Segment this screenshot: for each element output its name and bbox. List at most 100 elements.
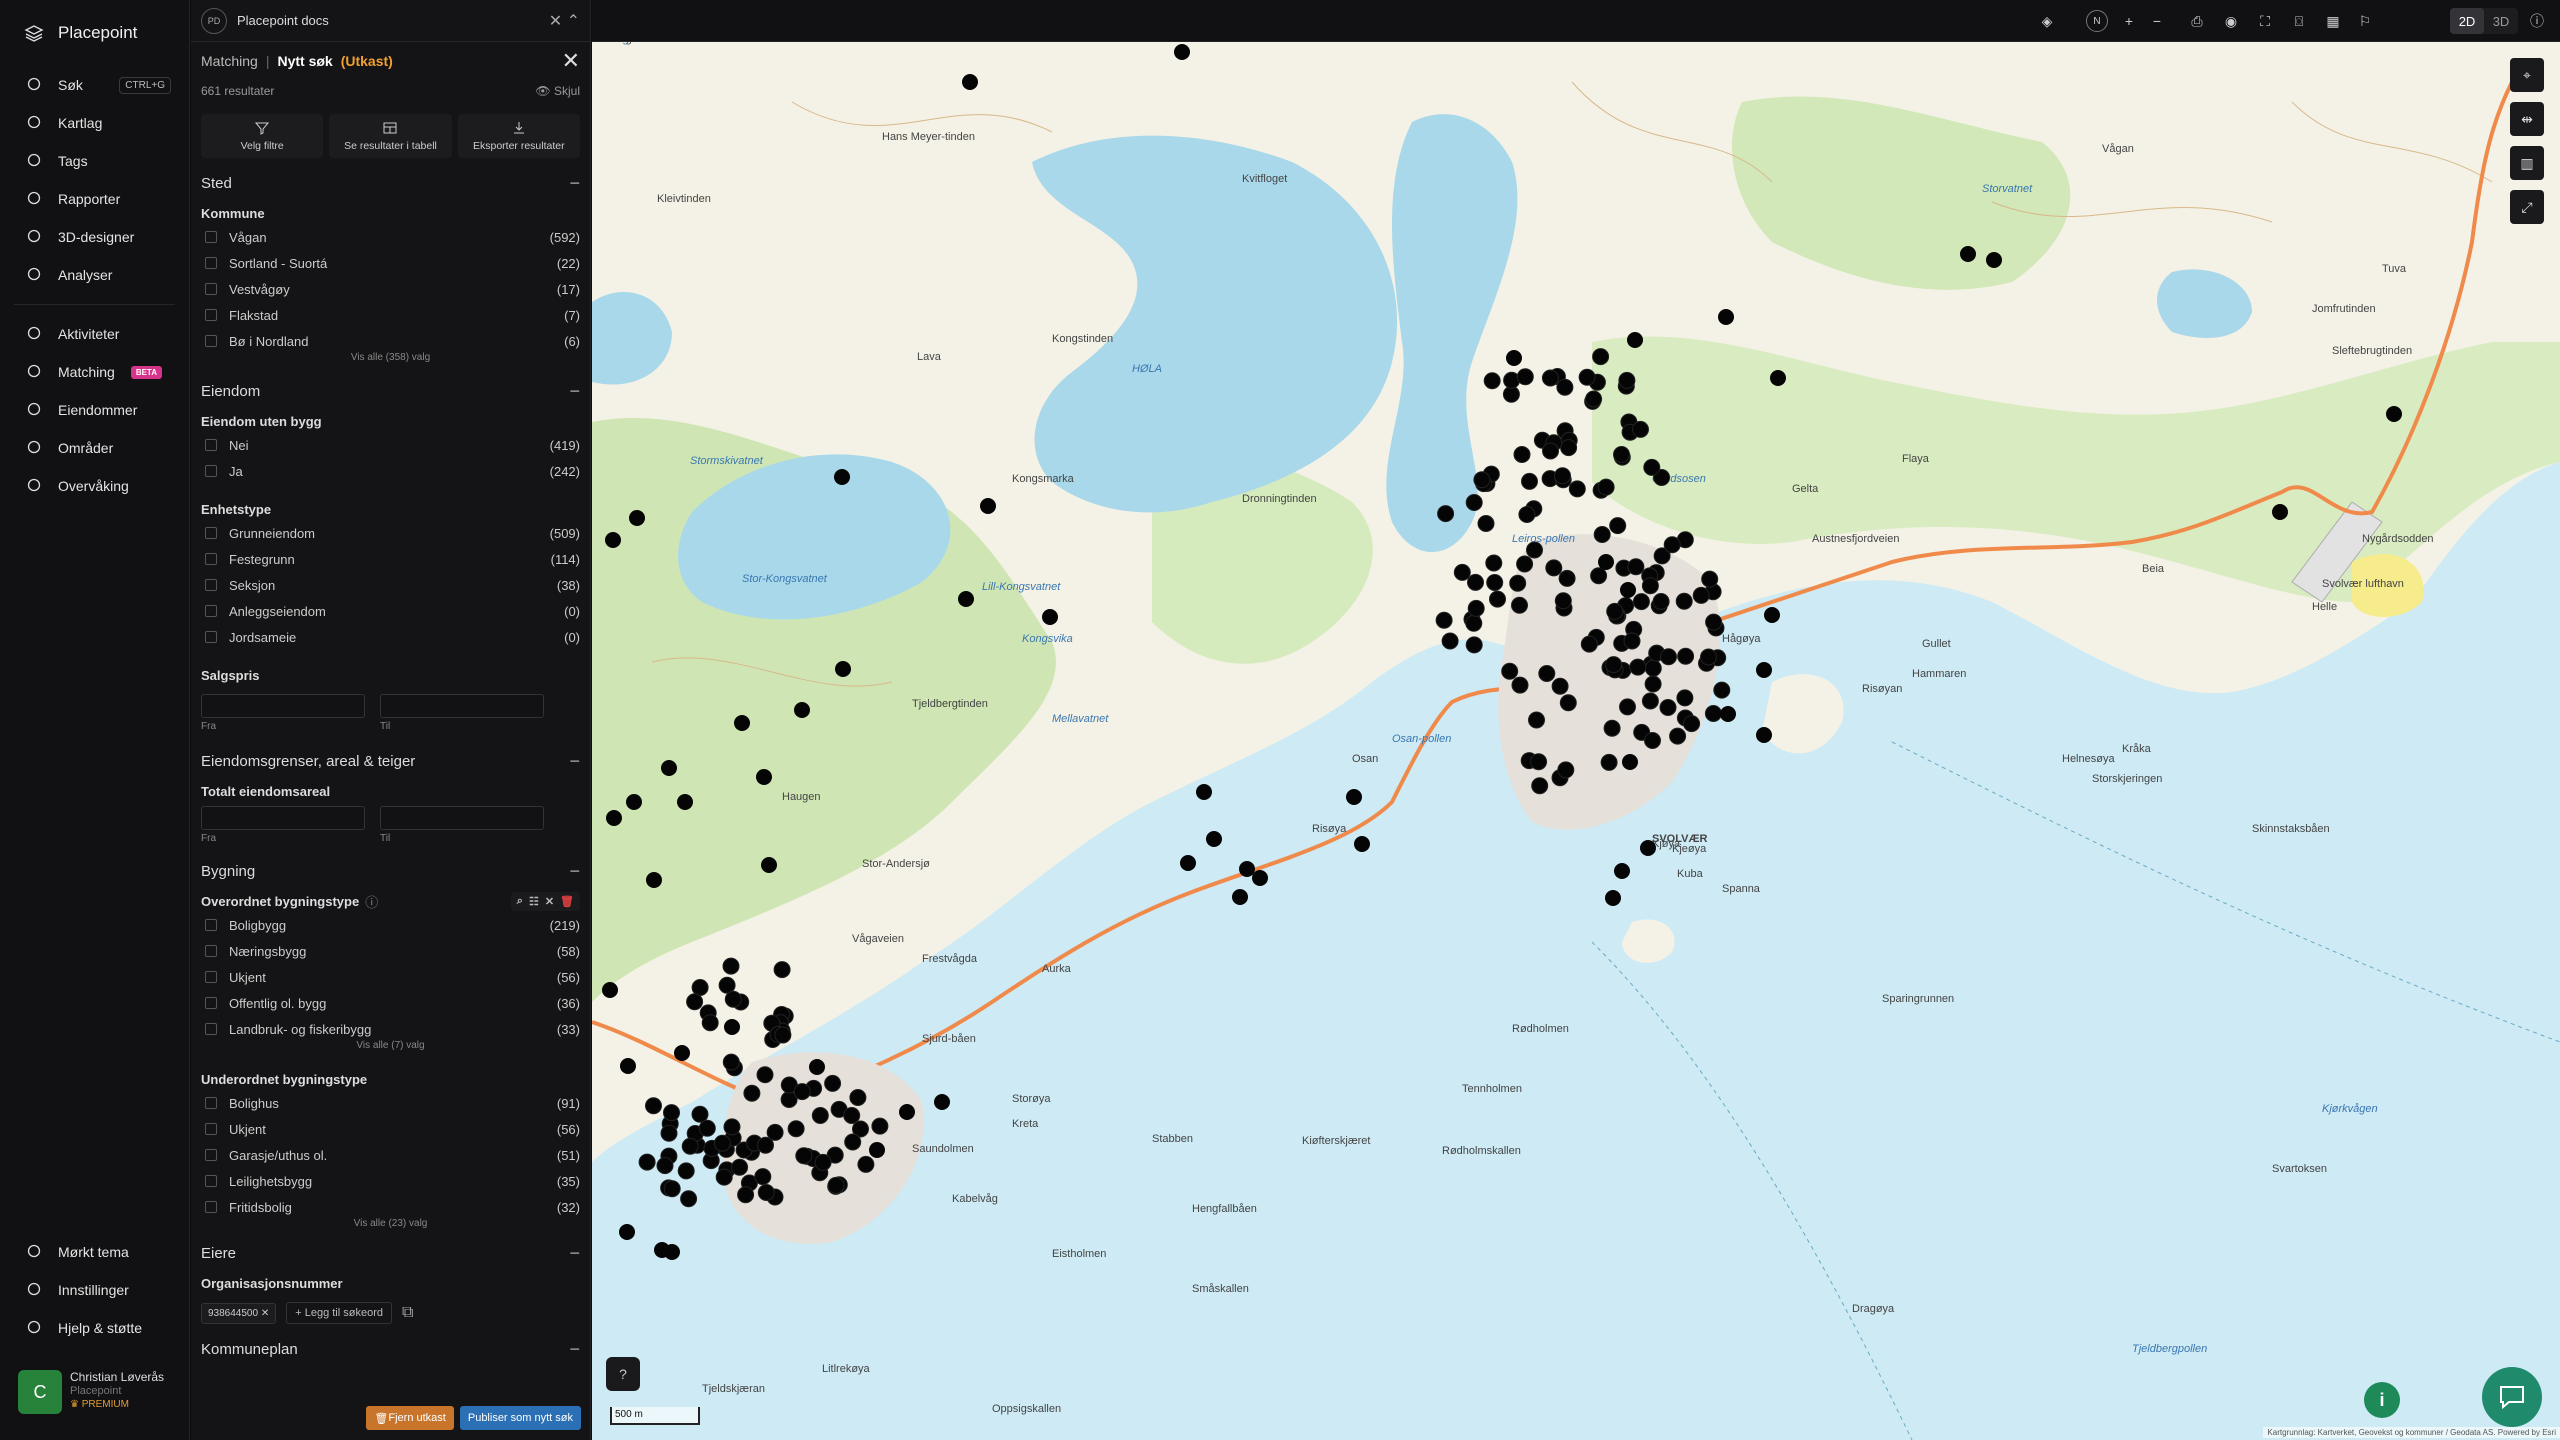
property-marker[interactable] bbox=[715, 1168, 733, 1186]
property-marker[interactable] bbox=[1598, 554, 1614, 570]
list-item[interactable]: Garasje/uthus ol. (51) bbox=[201, 1142, 580, 1168]
checkbox[interactable] bbox=[205, 605, 217, 617]
property-marker[interactable] bbox=[1960, 246, 1976, 262]
property-marker[interactable] bbox=[1704, 705, 1722, 722]
property-marker[interactable] bbox=[722, 1053, 740, 1071]
property-marker[interactable] bbox=[602, 982, 618, 998]
nav-item-eiendommer[interactable]: Eiendommer bbox=[0, 391, 189, 429]
zoom-out-icon[interactable]: − bbox=[2148, 12, 2166, 30]
property-marker[interactable] bbox=[849, 1089, 867, 1106]
map-tool-measure-icon[interactable]: ⌖ bbox=[2510, 58, 2544, 92]
property-marker[interactable] bbox=[681, 1137, 699, 1155]
property-marker[interactable] bbox=[1483, 372, 1501, 390]
property-marker[interactable] bbox=[620, 1058, 636, 1074]
collapse-icon[interactable]: − bbox=[569, 751, 580, 772]
checkbox[interactable] bbox=[205, 527, 217, 539]
property-marker[interactable] bbox=[1528, 711, 1545, 729]
show-all-link[interactable]: Vis alle (358) valg bbox=[201, 352, 580, 366]
property-marker[interactable] bbox=[1568, 480, 1586, 498]
collapse-icon[interactable]: − bbox=[569, 1243, 580, 1264]
property-marker[interactable] bbox=[757, 1184, 775, 1201]
property-marker[interactable] bbox=[1632, 420, 1649, 438]
property-marker[interactable] bbox=[734, 715, 750, 731]
property-marker[interactable] bbox=[677, 1162, 695, 1180]
property-marker[interactable] bbox=[1526, 541, 1543, 559]
property-marker[interactable] bbox=[1627, 332, 1643, 348]
property-marker[interactable] bbox=[1174, 44, 1190, 60]
nav-item-hjelp-støtte[interactable]: Hjelp & støtte bbox=[0, 1309, 190, 1347]
property-marker[interactable] bbox=[857, 1155, 875, 1173]
property-marker[interactable] bbox=[980, 498, 996, 514]
price-to-input[interactable] bbox=[380, 694, 544, 718]
list-item[interactable]: Bø i Nordland (6) bbox=[201, 328, 580, 354]
checkbox[interactable] bbox=[205, 309, 217, 321]
property-marker[interactable] bbox=[1623, 632, 1641, 650]
trash-icon[interactable]: 🗑 bbox=[560, 895, 574, 908]
property-marker[interactable] bbox=[827, 1176, 845, 1194]
checkbox[interactable] bbox=[205, 231, 217, 243]
property-marker[interactable] bbox=[1530, 753, 1548, 771]
checkbox[interactable] bbox=[205, 945, 217, 957]
property-marker[interactable] bbox=[1593, 526, 1611, 543]
property-marker[interactable] bbox=[1511, 676, 1529, 694]
property-marker[interactable] bbox=[1669, 727, 1687, 745]
property-marker[interactable] bbox=[701, 1014, 719, 1032]
property-marker[interactable] bbox=[1477, 515, 1495, 532]
section-title[interactable]: Eiendom − bbox=[201, 380, 580, 402]
property-marker[interactable] bbox=[724, 1019, 740, 1035]
nav-item-aktiviteter[interactable]: Aktiviteter bbox=[0, 315, 189, 353]
property-marker[interactable] bbox=[619, 1224, 635, 1240]
property-marker[interactable] bbox=[1603, 719, 1621, 737]
property-marker[interactable] bbox=[834, 469, 850, 485]
list-item[interactable]: Bolighus (91) bbox=[201, 1090, 580, 1116]
property-marker[interactable] bbox=[1660, 648, 1677, 666]
list-item[interactable]: Fritidsbolig (32) bbox=[201, 1194, 580, 1220]
property-marker[interactable] bbox=[795, 1147, 813, 1165]
list-item[interactable]: Ja (242) bbox=[201, 458, 580, 484]
property-marker[interactable] bbox=[1585, 390, 1603, 408]
property-marker[interactable] bbox=[1467, 573, 1484, 591]
property-marker[interactable] bbox=[1720, 706, 1736, 722]
property-marker[interactable] bbox=[756, 1066, 774, 1084]
property-marker[interactable] bbox=[1346, 789, 1362, 805]
property-marker[interactable] bbox=[691, 979, 709, 996]
property-marker[interactable] bbox=[1473, 471, 1491, 489]
area-from-input[interactable] bbox=[201, 806, 365, 830]
mode-3d-button[interactable]: 3D bbox=[2484, 8, 2518, 34]
checkbox[interactable] bbox=[205, 1123, 217, 1135]
property-marker[interactable] bbox=[1511, 596, 1528, 614]
property-marker[interactable] bbox=[1542, 442, 1559, 460]
property-marker[interactable] bbox=[1705, 613, 1723, 631]
map-tool-chart-icon[interactable]: ▥ bbox=[2510, 146, 2544, 180]
list-item[interactable]: Grunneiendom (509) bbox=[201, 520, 580, 546]
grid-icon[interactable]: ▦ bbox=[2324, 12, 2342, 30]
checkbox[interactable] bbox=[205, 1023, 217, 1035]
area-to-input[interactable] bbox=[380, 806, 544, 830]
list-item[interactable]: Festegrunn (114) bbox=[201, 546, 580, 572]
property-marker[interactable] bbox=[626, 794, 642, 810]
property-marker[interactable] bbox=[1506, 350, 1522, 366]
eye-icon[interactable]: ◉ bbox=[2222, 12, 2240, 30]
property-marker[interactable] bbox=[757, 1136, 774, 1154]
property-marker[interactable] bbox=[1580, 635, 1598, 653]
camera-icon[interactable]: ⌼ bbox=[2290, 12, 2308, 30]
property-marker[interactable] bbox=[794, 702, 810, 718]
property-marker[interactable] bbox=[1629, 658, 1647, 676]
property-marker[interactable] bbox=[660, 1124, 678, 1142]
property-marker[interactable] bbox=[934, 1094, 950, 1110]
property-marker[interactable] bbox=[1578, 368, 1596, 386]
property-marker[interactable] bbox=[1676, 689, 1694, 707]
map-view[interactable]: SVOLVÆR Austnesfjordveien Vågaveien Gardsos… bbox=[592, 42, 2560, 1440]
price-from-input[interactable] bbox=[201, 694, 365, 718]
property-marker[interactable] bbox=[1644, 659, 1662, 677]
checkbox[interactable] bbox=[205, 631, 217, 643]
nav-item-mørkt-tema[interactable]: Mørkt tema bbox=[0, 1233, 190, 1271]
bookmark-icon[interactable]: ⚐ bbox=[2356, 12, 2374, 30]
property-marker[interactable] bbox=[958, 591, 974, 607]
list-item[interactable]: Ukjent (56) bbox=[201, 1116, 580, 1142]
property-marker[interactable] bbox=[1764, 607, 1780, 623]
list-item[interactable]: Flakstad (7) bbox=[201, 302, 580, 328]
map-help-icon[interactable]: ? bbox=[606, 1357, 640, 1391]
nav-item-innstillinger[interactable]: Innstillinger bbox=[0, 1271, 190, 1309]
nav-item-rapporter[interactable]: Rapporter bbox=[0, 180, 189, 218]
